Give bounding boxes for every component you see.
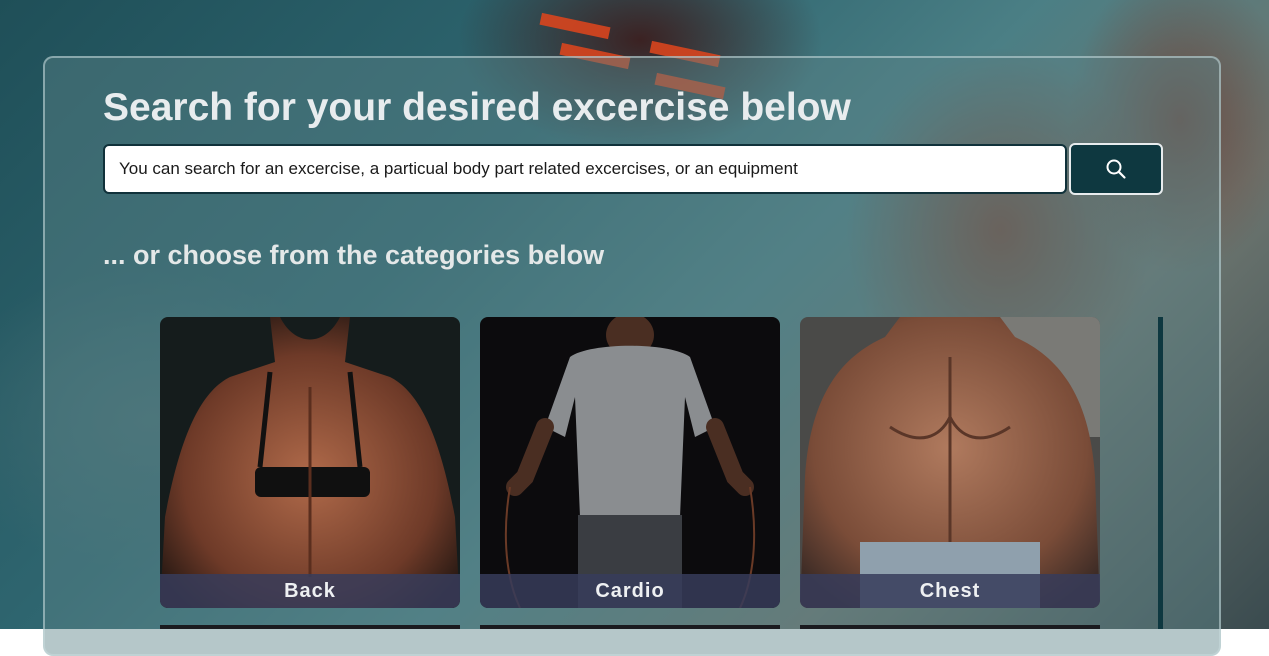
- category-scrollbar[interactable]: [1158, 317, 1163, 629]
- category-card-chest[interactable]: Chest: [800, 317, 1100, 608]
- search-button[interactable]: [1069, 143, 1163, 195]
- categories-subtitle: ... or choose from the categories below: [103, 240, 605, 270]
- background-stripe: [539, 12, 611, 40]
- category-card-back[interactable]: Back: [160, 317, 460, 608]
- search-input[interactable]: [103, 144, 1067, 194]
- next-row-card: [160, 625, 460, 629]
- next-row-card: [800, 625, 1100, 629]
- cardio-image: [480, 317, 780, 608]
- page-title: Search for your desired excercise below: [103, 86, 851, 129]
- category-label: Back: [160, 574, 460, 608]
- category-grid: Back Cardio Chest: [160, 317, 1160, 629]
- chest-image: [800, 317, 1100, 608]
- search-icon: [1106, 159, 1126, 179]
- category-label: Chest: [800, 574, 1100, 608]
- back-image: [160, 317, 460, 608]
- next-row-card: [480, 625, 780, 629]
- category-card-cardio[interactable]: Cardio: [480, 317, 780, 608]
- category-label: Cardio: [480, 574, 780, 608]
